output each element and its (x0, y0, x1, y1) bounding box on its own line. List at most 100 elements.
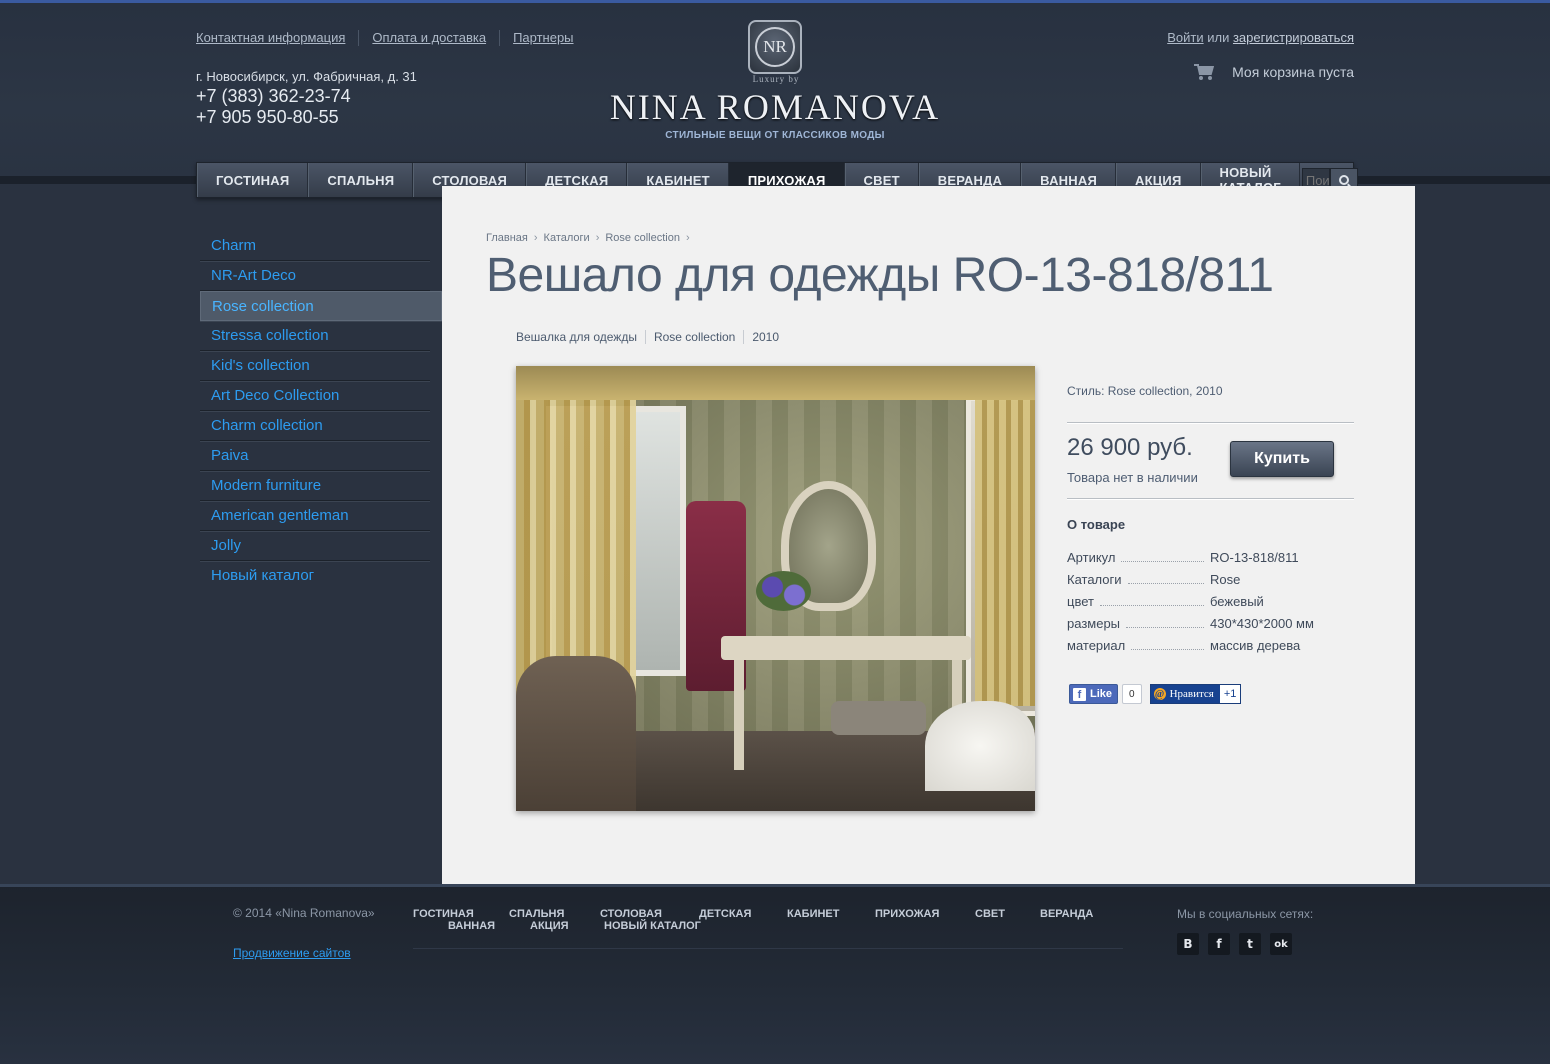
cart-status: Моя корзина пуста (1232, 64, 1354, 80)
footer-divider (0, 884, 1550, 887)
footer-nav-bathroom[interactable]: ВАННАЯ (448, 920, 495, 932)
footer-nav-office[interactable]: КАБИНЕТ (787, 908, 839, 920)
sidebar-item-stressa-collection[interactable]: Stressa collection (200, 321, 430, 351)
twitter-icon[interactable]: t (1239, 933, 1261, 955)
product-properties: Артикул RO-13-818/811 Каталоги Rose цвет… (1067, 543, 1354, 653)
sidebar-item-rose-collection[interactable]: Rose collection (200, 291, 442, 321)
facebook-like-button[interactable]: f Like (1069, 684, 1119, 704)
mailru-icon: @ (1153, 688, 1166, 700)
footer-nav-kids[interactable]: ДЕТСКАЯ (699, 908, 751, 920)
footer-nav-bedroom[interactable]: СПАЛЬНЯ (509, 908, 564, 920)
footer-nav-new-catalog[interactable]: НОВЫЙ КАТАЛОГ (604, 920, 701, 932)
breadcrumb-rose-collection[interactable]: Rose collection (605, 232, 680, 244)
register-link[interactable]: зарегистрироваться (1233, 30, 1354, 45)
property-row: размеры 430*430*2000 мм (1067, 609, 1354, 631)
mailru-like-button[interactable]: @ Нравится (1150, 685, 1220, 703)
top-links: Контактная информация Оплата и доставка … (196, 30, 587, 46)
property-key: размеры (1067, 616, 1121, 631)
logo-monogram: NR (755, 27, 795, 67)
login-link[interactable]: Войти (1167, 30, 1203, 45)
footer-nav-living-room[interactable]: ГОСТИНАЯ (413, 908, 474, 920)
sidebar-item-charm-collection[interactable]: Charm collection (200, 411, 430, 441)
store-address: г. Новосибирск, ул. Фабричная, д. 31 (196, 69, 417, 84)
footer-nav-divider (413, 948, 1123, 949)
auth-links: Войти или зарегистрироваться (1167, 30, 1354, 45)
buy-button[interactable]: Купить (1230, 441, 1334, 477)
property-key: Артикул (1067, 550, 1116, 565)
product-content: Главная › Каталоги › Rose collection › В… (442, 186, 1415, 884)
chevron-right-icon: › (685, 232, 690, 244)
divider (1067, 498, 1354, 499)
footer-nav-veranda[interactable]: ВЕРАНДА (1040, 908, 1093, 920)
share-buttons: f Like 0 @ Нравится +1 (1069, 684, 1242, 704)
facebook-icon: f (1073, 687, 1086, 701)
facebook-like-count: 0 (1122, 684, 1142, 704)
nav-item-living-room[interactable]: ГОСТИНАЯ (197, 163, 309, 197)
vk-icon[interactable]: В (1177, 933, 1199, 955)
sidebar-item-modern-furniture[interactable]: Modern furniture (200, 471, 430, 501)
property-value: массив дерева (1210, 638, 1301, 653)
breadcrumb-catalogs[interactable]: Каталоги (544, 232, 590, 244)
footer-nav-hallway[interactable]: ПРИХОЖАЯ (875, 908, 939, 920)
breadcrumb: Главная › Каталоги › Rose collection › (486, 232, 696, 244)
property-key: материал (1067, 638, 1126, 653)
chevron-right-icon: › (595, 232, 600, 244)
copyright: © 2014 «Nina Romanova» (233, 906, 375, 920)
partners-link[interactable]: Партнеры (499, 30, 586, 46)
property-key: цвет (1067, 594, 1094, 609)
odnoklassniki-icon[interactable]: ok (1270, 933, 1292, 955)
auth-or: или (1207, 30, 1230, 45)
sidebar-item-art-deco-collection[interactable]: Art Deco Collection (200, 381, 430, 411)
tag-collection[interactable]: Rose collection (644, 330, 743, 344)
mailru-like-count: +1 (1219, 685, 1241, 703)
sidebar-item-jolly[interactable]: Jolly (200, 531, 430, 561)
property-row: Каталоги Rose (1067, 565, 1354, 587)
phone-secondary: +7 905 950-80-55 (196, 107, 339, 127)
sidebar-item-nr-art-deco[interactable]: NR-Art Deco (200, 261, 430, 291)
sidebar-item-new-catalog[interactable]: Новый каталог (200, 561, 430, 591)
payment-delivery-link[interactable]: Оплата и доставка (358, 30, 499, 46)
product-photo[interactable] (516, 366, 1035, 811)
property-value: RO-13-818/811 (1210, 550, 1299, 565)
product-price: 26 900 руб. (1067, 434, 1193, 461)
footer-nav-dining[interactable]: СТОЛОВАЯ (600, 908, 662, 920)
sidebar-item-paiva[interactable]: Paiva (200, 441, 430, 471)
social-links: В f t ok (1177, 933, 1301, 955)
property-value: 430*430*2000 мм (1210, 616, 1314, 631)
stock-status: Товара нет в наличии (1067, 470, 1198, 485)
property-value: Rose (1210, 572, 1241, 587)
property-row: Артикул RO-13-818/811 (1067, 543, 1354, 565)
logo-tagline: СТИЛЬНЫЕ ВЕЩИ ОТ КЛАССИКОВ МОДЫ (665, 130, 885, 141)
logo-name[interactable]: NINA ROMANOVA (600, 86, 950, 128)
property-row: цвет бежевый (1067, 587, 1354, 609)
tag-type[interactable]: Вешалка для одежды (516, 330, 645, 344)
logo-mark[interactable]: NR (748, 20, 802, 74)
facebook-like-widget: f Like 0 (1069, 684, 1142, 704)
mailru-like-widget[interactable]: @ Нравится +1 (1149, 684, 1242, 704)
footer-nav-light[interactable]: СВЕТ (975, 908, 1005, 920)
search-icon (1338, 175, 1349, 185)
phone-primary: +7 (383) 362-23-74 (196, 86, 351, 106)
promo-link[interactable]: Продвижение сайтов (233, 946, 351, 960)
sidebar-item-kids-collection[interactable]: Kid's collection (200, 351, 430, 381)
about-heading: О товаре (1067, 517, 1126, 532)
style-line: Стиль: Rose collection, 2010 (1067, 384, 1223, 398)
social-heading: Мы в социальных сетях: (1177, 907, 1314, 921)
property-key: Каталоги (1067, 572, 1122, 587)
nav-item-bedroom[interactable]: СПАЛЬНЯ (308, 163, 414, 197)
cart-icon (1194, 64, 1216, 80)
contact-info-link[interactable]: Контактная информация (196, 30, 358, 46)
logo-luxury-text: Luxury by (752, 74, 800, 84)
footer-nav-sale[interactable]: АКЦИЯ (530, 920, 569, 932)
product-tags: Вешалка для одежды Rose collection 2010 (516, 330, 787, 344)
sidebar-item-american-gentleman[interactable]: American gentleman (200, 501, 430, 531)
sidebar-item-charm[interactable]: Charm (200, 231, 430, 261)
collection-sidebar: Charm NR-Art Deco Rose collection Stress… (200, 231, 442, 591)
divider (1067, 422, 1354, 423)
cart-widget[interactable]: Моя корзина пуста (1194, 64, 1354, 80)
tag-year[interactable]: 2010 (743, 330, 787, 344)
breadcrumb-home[interactable]: Главная (486, 232, 528, 244)
property-value: бежевый (1210, 594, 1264, 609)
chevron-right-icon: › (533, 232, 538, 244)
facebook-icon[interactable]: f (1208, 933, 1230, 955)
